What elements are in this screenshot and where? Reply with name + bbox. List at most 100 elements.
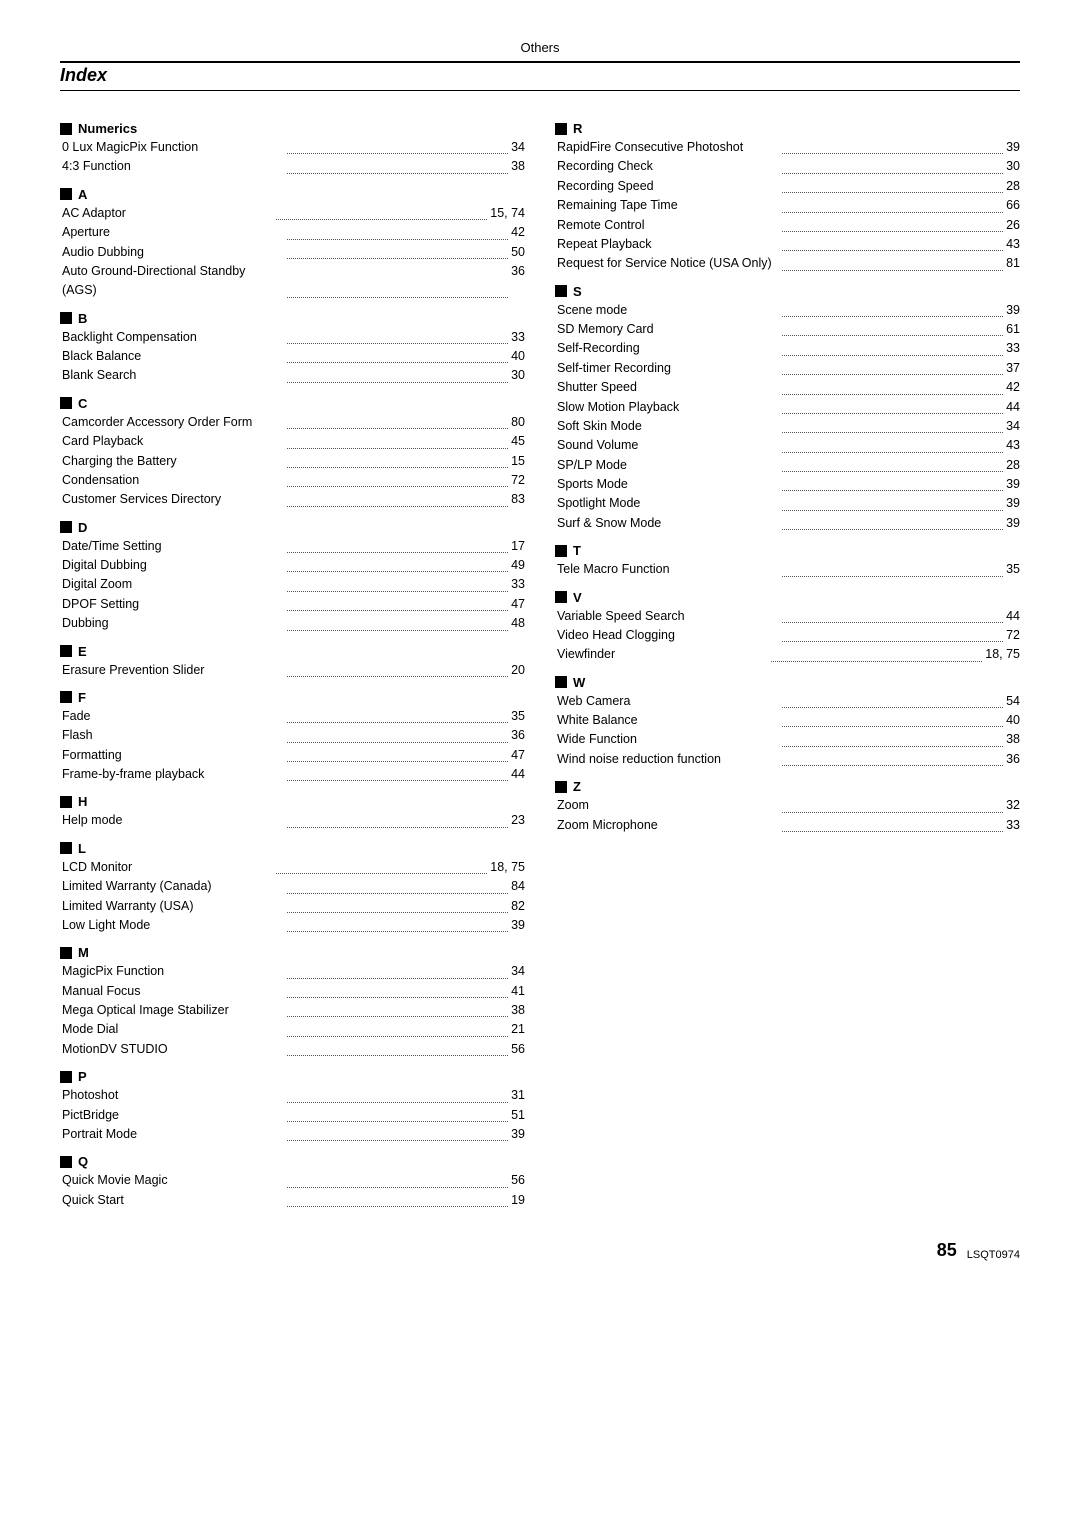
index-entry: Condensation72 xyxy=(60,471,525,490)
index-entry: Remaining Tape Time66 xyxy=(555,196,1020,215)
entry-dots xyxy=(287,1040,509,1056)
entry-name: Self-timer Recording xyxy=(557,359,779,378)
entry-page: 39 xyxy=(1006,514,1020,533)
entry-page: 33 xyxy=(511,328,525,347)
entry-name: Portrait Mode xyxy=(62,1125,284,1144)
index-entry: Manual Focus41 xyxy=(60,982,525,1001)
entry-name: Photoshot xyxy=(62,1086,284,1105)
entry-page: 36 xyxy=(511,262,525,301)
index-entry: Recording Check30 xyxy=(555,157,1020,176)
section-header-R: R xyxy=(555,121,1020,136)
entry-page: 39 xyxy=(1006,301,1020,320)
entry-page: 56 xyxy=(511,1040,525,1059)
section-label: Numerics xyxy=(78,121,137,136)
entry-page: 36 xyxy=(511,726,525,745)
entry-page: 44 xyxy=(1006,607,1020,626)
index-entry: Remote Control26 xyxy=(555,216,1020,235)
index-entry: Digital Zoom33 xyxy=(60,575,525,594)
entry-name: Low Light Mode xyxy=(62,916,284,935)
entry-name: Zoom xyxy=(557,796,779,815)
section-header-A: A xyxy=(60,187,525,202)
section-label: F xyxy=(78,690,86,705)
section-header-E: E xyxy=(60,644,525,659)
section-label: Z xyxy=(573,779,581,794)
entry-dots xyxy=(771,645,982,661)
section-block-icon xyxy=(555,545,567,557)
section-header-W: W xyxy=(555,675,1020,690)
entry-dots xyxy=(287,897,509,913)
entry-page: 83 xyxy=(511,490,525,509)
index-entry: Tele Macro Function35 xyxy=(555,560,1020,579)
index-entry: PictBridge51 xyxy=(60,1106,525,1125)
entry-page: 19 xyxy=(511,1191,525,1210)
entry-page: 81 xyxy=(1006,254,1020,273)
section-label: C xyxy=(78,396,87,411)
entry-dots xyxy=(287,243,509,259)
entry-dots xyxy=(287,556,509,572)
entry-dots xyxy=(287,811,509,827)
entry-name: Help mode xyxy=(62,811,284,830)
entry-dots xyxy=(782,417,1004,433)
entry-page: 26 xyxy=(1006,216,1020,235)
section-block-icon xyxy=(60,123,72,135)
section-label: W xyxy=(573,675,585,690)
entry-page: 47 xyxy=(511,595,525,614)
page-footer: 85 LSQT0974 xyxy=(60,1240,1020,1261)
index-entry: Aperture42 xyxy=(60,223,525,242)
entry-dots xyxy=(287,452,509,468)
entry-name: Charging the Battery xyxy=(62,452,284,471)
page-number: 85 xyxy=(937,1240,957,1261)
section-header-C: C xyxy=(60,396,525,411)
entry-name: Slow Motion Playback xyxy=(557,398,779,417)
index-entry: Auto Ground-Directional Standby (AGS) 36 xyxy=(60,262,525,301)
entry-page: 61 xyxy=(1006,320,1020,339)
entry-name: Auto Ground-Directional Standby (AGS) xyxy=(62,262,284,301)
entry-name: Digital Dubbing xyxy=(62,556,284,575)
index-entry: Sound Volume43 xyxy=(555,436,1020,455)
entry-dots xyxy=(287,537,509,553)
section-block-icon xyxy=(555,123,567,135)
section-block-icon xyxy=(555,781,567,793)
entry-dots xyxy=(782,796,1004,812)
section-label: T xyxy=(573,543,581,558)
entry-page: 40 xyxy=(1006,711,1020,730)
entry-name: DPOF Setting xyxy=(62,595,284,614)
entry-page: 20 xyxy=(511,661,525,680)
index-entry: Web Camera54 xyxy=(555,692,1020,711)
entry-name: Limited Warranty (Canada) xyxy=(62,877,284,896)
entry-dots xyxy=(287,471,509,487)
index-entry: Customer Services Directory83 xyxy=(60,490,525,509)
entry-page: 35 xyxy=(1006,560,1020,579)
section-block-icon xyxy=(60,947,72,959)
index-entry: Flash36 xyxy=(60,726,525,745)
index-entry: 0 Lux MagicPix Function34 xyxy=(60,138,525,157)
index-entry: Frame-by-frame playback44 xyxy=(60,765,525,784)
entry-dots xyxy=(287,1106,509,1122)
entry-name: Mode Dial xyxy=(62,1020,284,1039)
index-entry: 4:3 Function38 xyxy=(60,157,525,176)
section-block-icon xyxy=(60,796,72,808)
entry-name: Variable Speed Search xyxy=(557,607,779,626)
entry-page: 33 xyxy=(1006,816,1020,835)
entry-page: 39 xyxy=(511,1125,525,1144)
entry-dots xyxy=(782,607,1004,623)
entry-name: Camcorder Accessory Order Form xyxy=(62,413,284,432)
entry-page: 21 xyxy=(511,1020,525,1039)
entry-dots xyxy=(287,661,509,677)
entry-name: Formatting xyxy=(62,746,284,765)
entry-dots xyxy=(287,157,509,173)
section-C: CCamcorder Accessory Order Form80Card Pl… xyxy=(60,396,525,510)
section-header-T: T xyxy=(555,543,1020,558)
section-header-H: H xyxy=(60,794,525,809)
entry-page: 15 xyxy=(511,452,525,471)
section-block-icon xyxy=(555,591,567,603)
entry-dots xyxy=(782,301,1004,317)
entry-dots xyxy=(782,216,1004,232)
index-entry: LCD Monitor18, 75 xyxy=(60,858,525,877)
index-entry: MagicPix Function34 xyxy=(60,962,525,981)
section-block-icon xyxy=(555,285,567,297)
section-label: M xyxy=(78,945,89,960)
entry-name: Date/Time Setting xyxy=(62,537,284,556)
index-entry: Erasure Prevention Slider20 xyxy=(60,661,525,680)
index-entry: Variable Speed Search 44 xyxy=(555,607,1020,626)
